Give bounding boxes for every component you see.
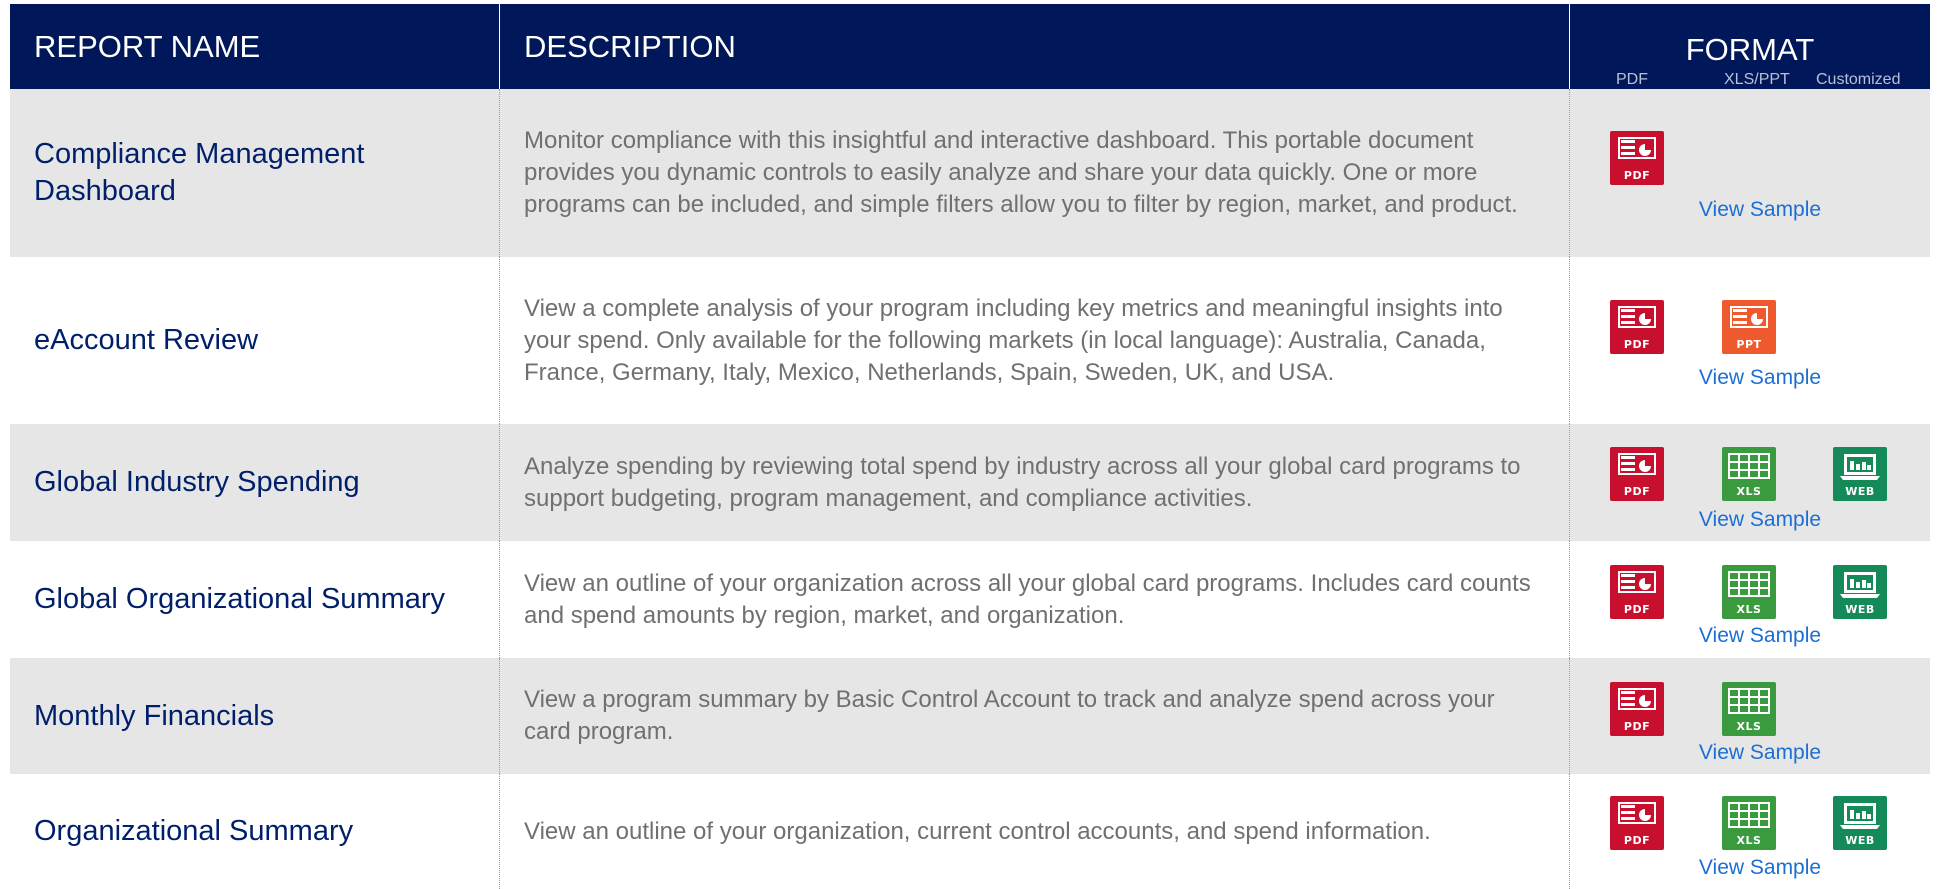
spreadsheet-grid-icon[interactable]: XLS: [1722, 447, 1776, 501]
spreadsheet-grid-icon[interactable]: XLS: [1722, 565, 1776, 619]
view-sample-link[interactable]: View Sample: [1570, 856, 1930, 880]
report-description: View an outline of your organization, cu…: [500, 774, 1570, 889]
header-format: FORMAT PDF XLS/PPT Customized: [1570, 4, 1930, 89]
pdf-icon-label: PDF: [1623, 603, 1651, 616]
pdf-icon-label: PDF: [1623, 485, 1651, 498]
header-format-title: FORMAT: [1685, 32, 1815, 67]
report-name: Global Industry Spending: [10, 424, 500, 541]
table-row: Global Organizational Summary View an out…: [10, 541, 1930, 658]
report-description: Monitor compliance with this insightful …: [500, 89, 1570, 257]
pdf-icon-label: PDF: [1623, 338, 1651, 351]
pdf-document-icon[interactable]: PDF: [1610, 131, 1664, 185]
report-description: View a complete analysis of your program…: [500, 257, 1570, 424]
web-monitor-icon[interactable]: WEB: [1833, 796, 1887, 850]
ppt-icon-label: PPT: [1736, 338, 1762, 351]
view-sample-link[interactable]: View Sample: [1570, 366, 1930, 390]
pdf-document-icon[interactable]: PDF: [1610, 447, 1664, 501]
view-sample-link[interactable]: View Sample: [1570, 508, 1930, 532]
table-row: Global Industry Spending Analyze spending…: [10, 424, 1930, 541]
view-sample-link[interactable]: View Sample: [1570, 198, 1930, 222]
report-name: Monthly Financials: [10, 658, 500, 774]
subheader-pdf: PDF: [1616, 71, 1648, 88]
table-row: Compliance Management Dashboard Monitor c…: [10, 89, 1930, 257]
pdf-document-icon[interactable]: PDF: [1610, 682, 1664, 736]
table-row: eAccount Review View a complete analysis …: [10, 257, 1930, 424]
header-report-name: REPORT NAME: [10, 4, 500, 89]
ppt-slide-icon[interactable]: PPT: [1722, 300, 1776, 354]
header-description: DESCRIPTION: [500, 4, 1570, 89]
view-sample-link[interactable]: View Sample: [1570, 624, 1930, 648]
report-name: Global Organizational Summary: [10, 541, 500, 658]
subheader-customized: Customized: [1816, 71, 1901, 88]
table-header: REPORT NAME DESCRIPTION FORMAT PDF XLS/P…: [10, 4, 1930, 89]
report-name: Compliance Management Dashboard: [10, 89, 500, 257]
format-cell: PDF View Sample: [1570, 89, 1930, 257]
subheader-xls-ppt: XLS/PPT: [1724, 71, 1790, 88]
format-cell: PDF PPT View Sample: [1570, 257, 1930, 424]
report-name: Organizational Summary: [10, 774, 500, 889]
pdf-document-icon[interactable]: PDF: [1610, 565, 1664, 619]
format-subheader: PDF XLS/PPT Customized: [1570, 71, 1930, 89]
pdf-icon-label: PDF: [1623, 720, 1651, 733]
table-row: Monthly Financials View a program summary…: [10, 658, 1930, 774]
web-icon-label: WEB: [1845, 834, 1875, 847]
table-body: Compliance Management Dashboard Monitor c…: [10, 89, 1930, 889]
format-cell: PDF XLS WEB View Sample: [1570, 541, 1930, 658]
spreadsheet-grid-icon[interactable]: XLS: [1722, 682, 1776, 736]
format-cell: PDF XLS View Sample: [1570, 658, 1930, 774]
xls-icon-label: XLS: [1736, 485, 1762, 498]
report-name: eAccount Review: [10, 257, 500, 424]
view-sample-link[interactable]: View Sample: [1570, 741, 1930, 765]
pdf-document-icon[interactable]: PDF: [1610, 796, 1664, 850]
spreadsheet-grid-icon[interactable]: XLS: [1722, 796, 1776, 850]
web-monitor-icon[interactable]: WEB: [1833, 447, 1887, 501]
reports-table: REPORT NAME DESCRIPTION FORMAT PDF XLS/P…: [10, 4, 1930, 889]
pdf-icon-label: PDF: [1623, 834, 1651, 847]
xls-icon-label: XLS: [1736, 720, 1762, 733]
report-description: View a program summary by Basic Control …: [500, 658, 1570, 774]
format-cell: PDF XLS WEB View Sample: [1570, 424, 1930, 541]
pdf-icon-label: PDF: [1623, 169, 1651, 182]
report-description: Analyze spending by reviewing total spen…: [500, 424, 1570, 541]
xls-icon-label: XLS: [1736, 603, 1762, 616]
report-description: View an outline of your organization acr…: [500, 541, 1570, 658]
pdf-document-icon[interactable]: PDF: [1610, 300, 1664, 354]
format-cell: PDF XLS WEB View Sample: [1570, 774, 1930, 889]
xls-icon-label: XLS: [1736, 834, 1762, 847]
web-monitor-icon[interactable]: WEB: [1833, 565, 1887, 619]
web-icon-label: WEB: [1845, 603, 1875, 616]
table-row: Organizational Summary View an outline of…: [10, 774, 1930, 889]
web-icon-label: WEB: [1845, 485, 1875, 498]
